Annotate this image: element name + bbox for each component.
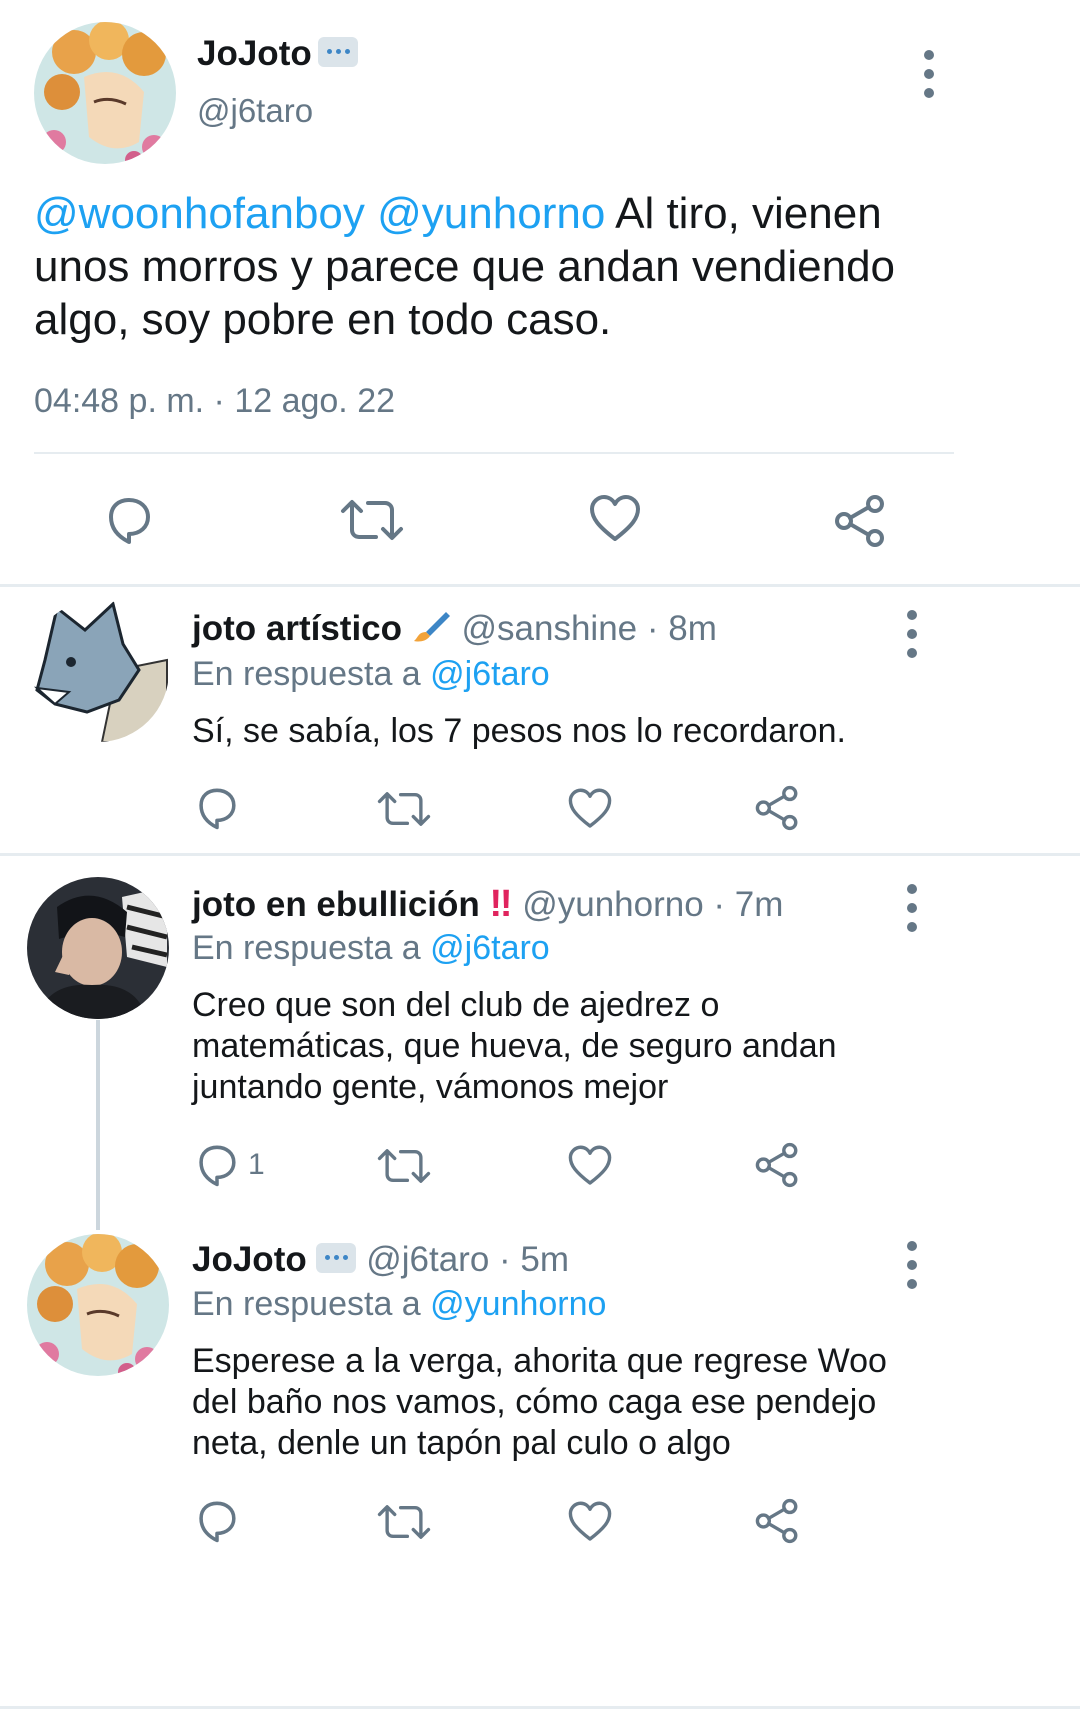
reply-icon[interactable] — [103, 494, 155, 546]
reply-context: En respuesta a @yunhorno — [192, 1285, 607, 1323]
reply-to-link[interactable]: @j6taro — [430, 929, 550, 967]
more-options-icon[interactable] — [902, 610, 922, 658]
reply-context: En respuesta a @j6taro — [192, 929, 550, 967]
like-icon[interactable] — [567, 1144, 613, 1188]
tweet-text-line: unos morros y parece que andan vendiendo — [34, 242, 896, 291]
reply-to-link[interactable]: @j6taro — [430, 655, 550, 693]
reply-text: Creo que son del club de ajedrez o matem… — [192, 986, 837, 1106]
like-icon[interactable] — [567, 787, 613, 831]
main-author-name[interactable]: JoJoto — [197, 34, 312, 74]
reply-avatar[interactable] — [27, 877, 169, 1019]
mention-link[interactable]: @yunhorno — [377, 189, 605, 238]
reply-header: joto artístico @sanshine · 8m — [192, 609, 717, 649]
reply-author-name[interactable]: joto en ebullición — [192, 885, 480, 924]
reply-icon[interactable] — [194, 785, 240, 831]
reply-author-handle[interactable]: @yunhorno — [522, 885, 703, 924]
like-icon[interactable] — [588, 494, 642, 544]
main-tweet-text: @woonhofanboy @yunhorno Al tiro, vienen … — [34, 187, 1044, 346]
like-icon[interactable] — [567, 1500, 613, 1544]
more-options-icon[interactable] — [902, 884, 922, 932]
paintbrush-icon — [412, 609, 452, 649]
retweet-icon[interactable] — [340, 494, 404, 546]
reply-avatar[interactable] — [27, 600, 169, 742]
reply-time: · 5m — [499, 1240, 570, 1279]
reply-icon[interactable] — [194, 1142, 240, 1188]
reply-context: En respuesta a @j6taro — [192, 655, 550, 693]
speech-bubble-icon — [318, 37, 358, 67]
reply-to-link[interactable]: @yunhorno — [430, 1285, 606, 1323]
reply-text: Esperese a la verga, ahorita que regrese… — [192, 1342, 887, 1462]
mention-link[interactable]: @woonhofanboy — [34, 189, 365, 238]
reply-author-name[interactable]: JoJoto — [192, 1240, 307, 1279]
thread-line — [96, 1020, 100, 1230]
reply-icon[interactable] — [194, 1498, 240, 1544]
section-divider — [0, 1706, 1080, 1709]
retweet-icon[interactable] — [377, 1144, 431, 1188]
reply-text: Sí, se sabía, los 7 pesos nos lo recorda… — [192, 712, 846, 750]
tweet-timestamp: 04:48 p. m. · 12 ago. 22 — [34, 382, 396, 420]
reply-avatar[interactable] — [27, 1234, 169, 1376]
section-divider — [0, 584, 1080, 587]
reply-count: 1 — [248, 1148, 265, 1181]
more-options-icon[interactable] — [902, 1241, 922, 1289]
reply-time: · 7m — [713, 885, 784, 924]
reply-header: JoJoto @j6taro · 5m — [192, 1240, 569, 1280]
share-icon[interactable] — [754, 1498, 800, 1544]
main-author-avatar[interactable] — [34, 22, 176, 164]
retweet-icon[interactable] — [377, 787, 431, 831]
reply-header: joto en ebullición ‼ @yunhorno · 7m — [192, 883, 783, 926]
more-options-icon[interactable] — [919, 50, 939, 98]
section-divider — [0, 853, 1080, 856]
speech-bubble-icon — [316, 1243, 357, 1273]
tweet-text-line: Al tiro, vienen — [605, 189, 882, 238]
divider — [34, 452, 954, 454]
share-icon[interactable] — [754, 785, 800, 831]
reply-author-name[interactable]: joto artístico — [192, 609, 402, 648]
double-exclamation-icon: ‼ — [489, 883, 513, 925]
share-icon[interactable] — [833, 494, 887, 548]
tweet-text-line: algo, soy pobre en todo caso. — [34, 295, 612, 344]
share-icon[interactable] — [754, 1142, 800, 1188]
reply-author-handle[interactable]: @sanshine — [462, 609, 638, 648]
reply-author-handle[interactable]: @j6taro — [366, 1240, 489, 1279]
main-author-handle[interactable]: @j6taro — [197, 92, 313, 130]
reply-time: · 8m — [646, 609, 717, 648]
retweet-icon[interactable] — [377, 1500, 431, 1544]
